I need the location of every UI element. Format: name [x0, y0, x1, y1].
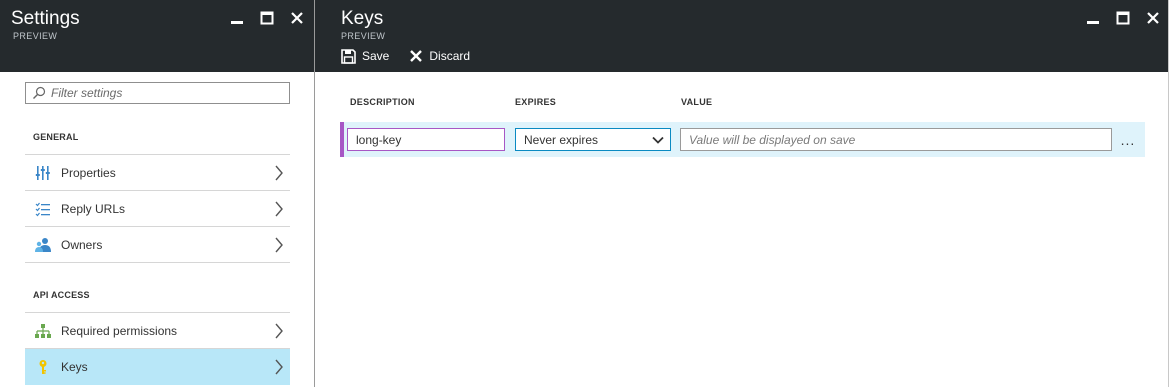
settings-subtitle: PREVIEW — [13, 31, 58, 41]
column-header-description: DESCRIPTION — [350, 97, 415, 107]
properties-icon — [35, 165, 50, 180]
save-label: Save — [362, 49, 390, 63]
portal-root: Settings PREVIEW GENERAL — [0, 0, 1169, 387]
command-bar: Save Discard — [341, 48, 470, 64]
filter-settings-box[interactable] — [25, 82, 290, 104]
owners-icon — [35, 237, 51, 252]
chevron-down-icon — [652, 136, 664, 144]
close-icon — [291, 12, 303, 24]
sidebar-item-reply-urls[interactable]: Reply URLs — [25, 191, 290, 227]
sidebar-item-owners[interactable]: Owners — [25, 227, 290, 263]
settings-window-controls — [222, 9, 312, 27]
save-button[interactable]: Save — [341, 48, 389, 64]
keys-subtitle: PREVIEW — [341, 31, 386, 41]
keys-title: Keys — [341, 8, 384, 29]
filter-settings-input[interactable] — [51, 86, 271, 100]
keys-window-controls — [1078, 9, 1168, 27]
keys-header: Keys PREVIEW Save Discard — [315, 0, 1169, 72]
expires-dropdown[interactable]: Never expires — [515, 128, 671, 151]
sidebar-item-required-permissions[interactable]: Required permissions — [25, 313, 290, 349]
expires-selected-value: Never expires — [524, 132, 599, 147]
permissions-icon — [35, 323, 51, 338]
maximize-button[interactable] — [252, 9, 282, 27]
chevron-right-icon — [275, 201, 283, 216]
minimize-button[interactable] — [1078, 9, 1108, 27]
value-input[interactable] — [689, 132, 1089, 147]
settings-header: Settings PREVIEW — [0, 0, 314, 72]
column-header-value: VALUE — [681, 97, 713, 107]
minimize-icon — [1087, 21, 1099, 24]
description-input[interactable] — [356, 132, 511, 147]
list-icon — [35, 202, 50, 216]
sidebar-item-label: Required permissions — [61, 323, 178, 338]
close-button[interactable] — [282, 9, 312, 27]
minimize-icon — [231, 21, 243, 24]
value-field[interactable] — [680, 128, 1112, 151]
discard-icon — [410, 50, 423, 62]
save-icon — [341, 48, 356, 64]
more-options-button[interactable]: ... — [1117, 130, 1139, 150]
minimize-button[interactable] — [222, 9, 252, 27]
key-row: Never expires ... — [340, 122, 1145, 157]
sidebar-item-label: Reply URLs — [61, 201, 126, 216]
sidebar-item-label: Owners — [61, 237, 103, 252]
section-label-general: GENERAL — [33, 132, 79, 142]
close-icon — [1147, 12, 1159, 24]
column-header-expires: EXPIRES — [515, 97, 557, 107]
description-field[interactable] — [347, 128, 511, 151]
maximize-icon — [260, 11, 274, 25]
chevron-right-icon — [275, 323, 283, 338]
search-icon — [33, 86, 46, 99]
settings-blade: Settings PREVIEW GENERAL — [0, 0, 314, 387]
sidebar-item-properties[interactable]: Properties — [25, 155, 290, 191]
sidebar-item-label: Keys — [61, 359, 88, 374]
discard-button[interactable]: Discard — [409, 48, 470, 64]
maximize-button[interactable] — [1108, 9, 1138, 27]
sidebar-item-keys[interactable]: Keys — [25, 349, 290, 385]
maximize-icon — [1116, 11, 1130, 25]
close-button[interactable] — [1138, 9, 1168, 27]
settings-title: Settings — [11, 8, 80, 29]
key-icon — [39, 359, 47, 374]
section-label-api-access: API ACCESS — [33, 290, 90, 300]
sidebar-item-label: Properties — [61, 165, 116, 180]
chevron-right-icon — [275, 165, 283, 180]
chevron-right-icon — [275, 359, 283, 374]
discard-label: Discard — [429, 49, 471, 63]
row-edit-marker — [340, 122, 344, 157]
keys-blade: Keys PREVIEW Save Discard — [315, 0, 1169, 387]
chevron-right-icon — [275, 237, 283, 252]
